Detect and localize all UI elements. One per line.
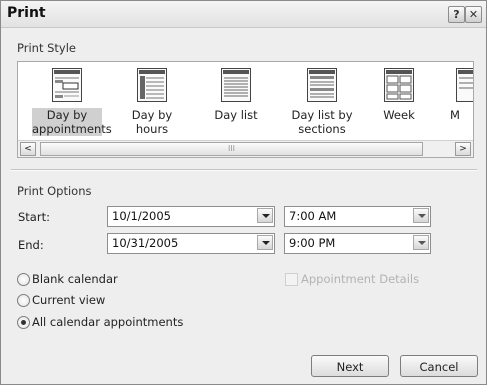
- radio-circle: [17, 294, 30, 307]
- style-day-by-appointments[interactable]: Day by appointments: [32, 62, 112, 140]
- title-bar: Print ? ✕: [1, 1, 486, 28]
- style-week[interactable]: Week: [374, 62, 424, 140]
- end-date-value: 10/31/2005: [112, 236, 179, 250]
- print-dialog: Print ? ✕ Print Style Day by appointment…: [0, 0, 487, 385]
- style-label: Day list: [214, 108, 258, 122]
- section-divider: [11, 169, 477, 171]
- style-day-list-by-sections[interactable]: Day list by sections: [284, 62, 360, 140]
- radio-circle: [17, 273, 30, 286]
- day-list-icon: [221, 68, 251, 102]
- chevron-down-icon[interactable]: [257, 208, 273, 223]
- scroll-right-button[interactable]: >: [455, 142, 471, 156]
- style-label: M: [450, 108, 460, 122]
- close-icon: ✕: [468, 8, 479, 21]
- end-date-combo[interactable]: 10/31/2005: [107, 233, 275, 254]
- style-label: Day by hours: [131, 108, 173, 136]
- chevron-left-icon: <: [24, 144, 32, 154]
- style-label: Day list by sections: [291, 108, 353, 136]
- start-label: Start:: [18, 210, 50, 224]
- help-icon: ?: [453, 8, 460, 21]
- month-icon: [456, 68, 473, 102]
- cancel-button[interactable]: Cancel: [400, 355, 478, 377]
- style-month[interactable]: M: [446, 62, 473, 140]
- start-time-combo[interactable]: 7:00 AM: [284, 206, 431, 227]
- checkbox-box: [285, 273, 298, 286]
- start-time-value: 7:00 AM: [289, 209, 337, 223]
- radio-label: Blank calendar: [32, 272, 118, 286]
- checkbox-label: Appointment Details: [301, 272, 420, 286]
- week-icon: [384, 68, 414, 102]
- window-title: Print: [7, 5, 46, 21]
- horizontal-scrollbar[interactable]: < III >: [18, 140, 473, 157]
- end-label: End:: [18, 238, 44, 252]
- print-style-label: Print Style: [17, 41, 76, 55]
- day-list-by-sections-icon: [307, 68, 337, 102]
- day-by-hours-icon: [137, 68, 167, 102]
- chevron-down-icon[interactable]: [413, 208, 429, 223]
- scroll-left-button[interactable]: <: [20, 142, 36, 156]
- radio-label: Current view: [32, 293, 106, 307]
- style-label: Week: [383, 108, 415, 122]
- day-by-appointments-icon: [52, 68, 82, 102]
- radio-label: All calendar appointments: [32, 315, 184, 329]
- end-time-combo[interactable]: 9:00 PM: [284, 233, 431, 254]
- grip-icon: III: [227, 144, 236, 153]
- radio-selected-dot: [21, 320, 26, 325]
- end-time-value: 9:00 PM: [289, 236, 336, 250]
- print-options-label: Print Options: [17, 184, 92, 198]
- close-button[interactable]: ✕: [465, 6, 482, 23]
- scroll-thumb[interactable]: III: [40, 142, 423, 156]
- print-style-list[interactable]: Day by appointments Day by hours Day lis…: [17, 61, 474, 158]
- radio-circle: [17, 316, 30, 329]
- chevron-down-icon[interactable]: [413, 235, 429, 250]
- style-label: Day by appointments: [32, 108, 112, 136]
- start-date-value: 10/1/2005: [112, 209, 171, 223]
- start-date-combo[interactable]: 10/1/2005: [107, 206, 275, 227]
- chevron-right-icon: >: [459, 144, 467, 154]
- style-day-list[interactable]: Day list: [206, 62, 266, 140]
- style-day-by-hours[interactable]: Day by hours: [114, 62, 190, 140]
- help-button[interactable]: ?: [448, 6, 465, 23]
- next-button[interactable]: Next: [311, 355, 389, 377]
- chevron-down-icon[interactable]: [257, 235, 273, 250]
